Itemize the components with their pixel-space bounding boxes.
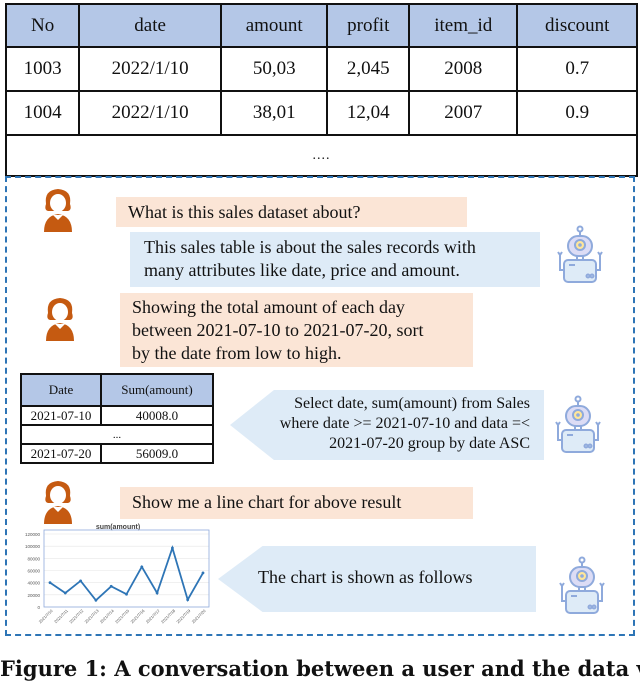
data-point	[186, 598, 190, 602]
x-tick-label: 2021/7/15	[114, 608, 131, 625]
user-avatar-icon	[46, 298, 74, 341]
dataset-table: No date amount profit item_id discount 1…	[4, 3, 638, 177]
ellipsis: ....	[5, 134, 638, 177]
table-row: 1003 2022/1/10 50,03 2,045 2008 0.7	[4, 46, 638, 92]
x-tick-label: 2021/7/11	[53, 608, 69, 624]
result-table: Date Sum(amount) 2021-07-10 40008.0 ... …	[20, 373, 214, 464]
x-tick-label: 2021/7/12	[68, 608, 85, 625]
robot-icon	[557, 225, 603, 283]
cell: 2022/1/10	[78, 46, 222, 92]
data-point	[109, 584, 113, 588]
user-message-line: Showing the total amount of each day	[132, 297, 405, 317]
user-message-3: Show me a line chart for above result	[120, 487, 473, 519]
col-header: Date	[20, 373, 102, 407]
col-header: item_id	[408, 3, 519, 48]
x-tick-label: 2021/7/18	[160, 608, 177, 625]
col-header: discount	[516, 3, 638, 48]
cell: 2022/1/10	[78, 90, 222, 136]
bot-message-line: This sales table is about the sales reco…	[144, 237, 476, 257]
ellipsis: ...	[20, 424, 214, 445]
cell: 2008	[408, 46, 519, 92]
dataset-header-row: No date amount profit item_id discount	[4, 3, 638, 48]
cell: 2,045	[326, 46, 411, 92]
bot-message-2: Select date, sum(amount) from Sales wher…	[230, 390, 544, 460]
user-message-line: by the date from low to high.	[132, 343, 342, 363]
col-header: date	[78, 3, 222, 48]
cell: 2007	[408, 90, 519, 136]
y-tick-label: 80000	[27, 556, 40, 561]
cell: 1004	[4, 90, 81, 136]
user-message-line: between 2021-07-10 to 2021-07-20, sort	[132, 320, 424, 340]
data-point	[79, 579, 82, 583]
bot-message-3: The chart is shown as follows	[218, 546, 536, 612]
col-header: amount	[219, 3, 329, 48]
x-tick-label: 2021/7/19	[175, 608, 192, 625]
y-tick-label: 0	[37, 605, 40, 610]
y-tick-label: 100000	[25, 544, 41, 549]
col-header: Sum(amount)	[100, 373, 214, 407]
y-tick-label: 60000	[27, 569, 40, 574]
col-header: profit	[326, 3, 411, 48]
y-tick-label: 40000	[27, 581, 40, 586]
sql-line: 2021-07-20 group by date ASC	[329, 435, 530, 452]
bot-message-1: This sales table is about the sales reco…	[130, 232, 540, 287]
data-point	[63, 591, 67, 595]
cell: 0.7	[516, 46, 638, 92]
x-tick-label: 2021/7/20	[191, 608, 208, 625]
y-tick-label: 120000	[25, 532, 41, 537]
line-chart: sum(amount) 0200004000060000800001000001…	[25, 524, 210, 625]
user-message-2: Showing the total amount of each day bet…	[120, 293, 473, 367]
cell: 56009.0	[100, 443, 214, 464]
user-avatar-icon	[44, 481, 72, 524]
x-tick-label: 2021/7/13	[83, 608, 100, 625]
data-point	[155, 591, 159, 595]
sql-line: where date >= 2021-07-10 and data =<	[279, 415, 530, 432]
data-point	[140, 565, 144, 569]
x-tick-label: 2021/7/14	[99, 608, 116, 625]
result-header-row: Date Sum(amount)	[20, 373, 214, 407]
robot-icon	[555, 395, 601, 453]
cell: 12,04	[326, 90, 411, 136]
x-tick-label: 2021/7/17	[145, 608, 162, 625]
user-message-1: What is this sales dataset about?	[116, 197, 467, 227]
data-point	[94, 598, 98, 602]
x-tick-label: 2021/7/10	[38, 608, 55, 625]
user-avatar-icon	[44, 189, 72, 232]
table-row: 2021-07-20 56009.0	[20, 443, 214, 464]
figure-caption: Figure 1: A conversation between a user …	[0, 656, 640, 681]
data-point	[171, 546, 174, 550]
cell: 40008.0	[100, 405, 214, 426]
cell: 38,01	[219, 90, 329, 136]
bot-message-text: The chart is shown as follows	[258, 567, 473, 587]
data-point	[201, 571, 205, 575]
col-header: No	[4, 3, 81, 48]
cell: 2021-07-20	[20, 443, 102, 464]
cell: 2021-07-10	[20, 405, 102, 426]
cell: 1003	[4, 46, 81, 92]
robot-icon	[559, 556, 605, 614]
y-tick-label: 20000	[27, 593, 40, 598]
bot-message-line: many attributes like date, price and amo…	[144, 260, 460, 280]
series-line	[49, 545, 204, 602]
sql-line: Select date, sum(amount) from Sales	[294, 395, 530, 412]
data-point	[48, 581, 52, 585]
table-row: 2021-07-10 40008.0	[20, 405, 214, 426]
x-tick-label: 2021/7/16	[129, 608, 146, 625]
ellipsis-row: ....	[5, 134, 638, 177]
ellipsis-row: ...	[20, 424, 214, 445]
cell: 50,03	[219, 46, 329, 92]
table-row: 1004 2022/1/10 38,01 12,04 2007 0.9	[4, 90, 638, 136]
cell: 0.9	[516, 90, 638, 136]
data-point	[125, 592, 128, 596]
